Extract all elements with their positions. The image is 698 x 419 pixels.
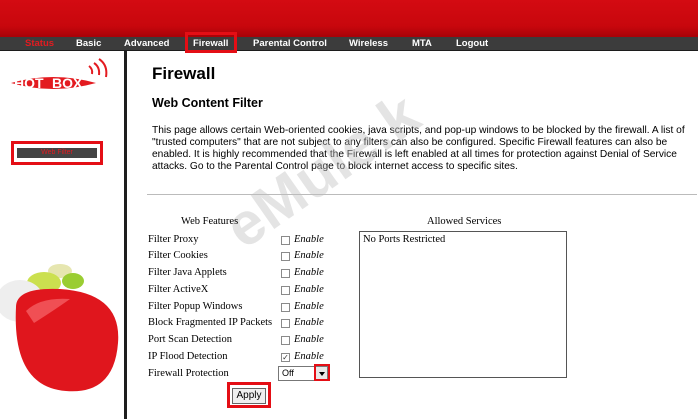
nav-basic[interactable]: Basic xyxy=(76,37,101,50)
allowed-services-heading: Allowed Services xyxy=(427,216,502,227)
nav-parental-control[interactable]: Parental Control xyxy=(253,37,327,50)
checkbox-label: Enable xyxy=(294,334,324,345)
sidebar-item-label: Web Filter xyxy=(17,148,97,158)
feature-label: Firewall Protection xyxy=(148,368,229,379)
block-fragmented-ip-checkbox[interactable] xyxy=(281,319,290,328)
feature-label: Port Scan Detection xyxy=(148,334,232,345)
checkbox-label: Enable xyxy=(294,234,324,245)
page-title: Firewall xyxy=(152,64,216,83)
feature-label: Filter Proxy xyxy=(148,234,199,245)
hotbox-logo: HOT BOX xyxy=(8,57,108,97)
svg-text:BOX: BOX xyxy=(52,75,83,91)
checkbox-label: Enable xyxy=(294,250,324,261)
feature-row-port-scan-detection: Port Scan Detection Enable xyxy=(148,334,333,348)
apply-button[interactable]: Apply xyxy=(232,388,266,404)
checkbox-label: Enable xyxy=(294,317,324,328)
checkbox-label: Enable xyxy=(294,267,324,278)
filter-activex-checkbox[interactable] xyxy=(281,286,290,295)
feature-label: Block Fragmented IP Packets xyxy=(148,317,273,328)
feature-row-ip-flood-detection: IP Flood Detection ✓ Enable xyxy=(148,351,333,365)
allowed-services-list[interactable]: No Ports Restricted xyxy=(359,231,567,378)
hotbox-logo-graphic: HOT BOX xyxy=(11,58,108,91)
filter-java-applets-checkbox[interactable] xyxy=(281,269,290,278)
filter-cookies-checkbox[interactable] xyxy=(281,252,290,261)
sidebar: HOT BOX xyxy=(0,51,124,419)
feature-label: Filter Cookies xyxy=(148,250,208,261)
feature-row-block-fragmented-ip: Block Fragmented IP Packets Enable xyxy=(148,317,333,331)
nav-mta[interactable]: MTA xyxy=(412,37,432,50)
feature-label: Filter Popup Windows xyxy=(148,301,243,312)
filter-proxy-checkbox[interactable] xyxy=(281,236,290,245)
nav-logout[interactable]: Logout xyxy=(456,37,488,50)
hotbox-devices-illustration xyxy=(0,263,124,419)
main-content: Firewall Web Content Filter This page al… xyxy=(127,51,698,419)
page-description: This page allows certain Web-oriented co… xyxy=(152,125,685,172)
port-scan-detection-checkbox[interactable] xyxy=(281,336,290,345)
select-value: Off xyxy=(282,368,294,378)
checkbox-label: Enable xyxy=(294,351,324,362)
dropdown-arrow-highlight xyxy=(314,364,330,381)
svg-text:HOT: HOT xyxy=(14,75,44,91)
header-banner xyxy=(0,0,698,37)
feature-label: Filter ActiveX xyxy=(148,284,209,295)
nav-wireless[interactable]: Wireless xyxy=(349,37,388,50)
firewall-tab-highlight xyxy=(185,32,237,53)
checkbox-label: Enable xyxy=(294,301,324,312)
nav-status[interactable]: Status xyxy=(25,37,54,50)
feature-row-filter-java-applets: Filter Java Applets Enable xyxy=(148,267,333,281)
list-item[interactable]: No Ports Restricted xyxy=(363,234,445,245)
filter-popup-windows-checkbox[interactable] xyxy=(281,303,290,312)
main-nav: Status Basic Advanced Firewall Parental … xyxy=(0,37,698,51)
feature-label: Filter Java Applets xyxy=(148,267,227,278)
section-title: Web Content Filter xyxy=(152,96,263,110)
feature-label: IP Flood Detection xyxy=(148,351,228,362)
web-features-heading: Web Features xyxy=(181,216,239,227)
feature-row-filter-activex: Filter ActiveX Enable xyxy=(148,284,333,298)
feature-row-filter-cookies: Filter Cookies Enable xyxy=(148,250,333,264)
feature-row-filter-proxy: Filter Proxy Enable xyxy=(148,234,333,248)
sidebar-item-web-filter[interactable]: Web Filter xyxy=(11,141,103,165)
checkbox-label: Enable xyxy=(294,284,324,295)
feature-row-filter-popup-windows: Filter Popup Windows Enable xyxy=(148,301,333,315)
nav-advanced[interactable]: Advanced xyxy=(124,37,169,50)
ip-flood-detection-checkbox[interactable]: ✓ xyxy=(281,353,290,362)
divider xyxy=(147,194,697,195)
